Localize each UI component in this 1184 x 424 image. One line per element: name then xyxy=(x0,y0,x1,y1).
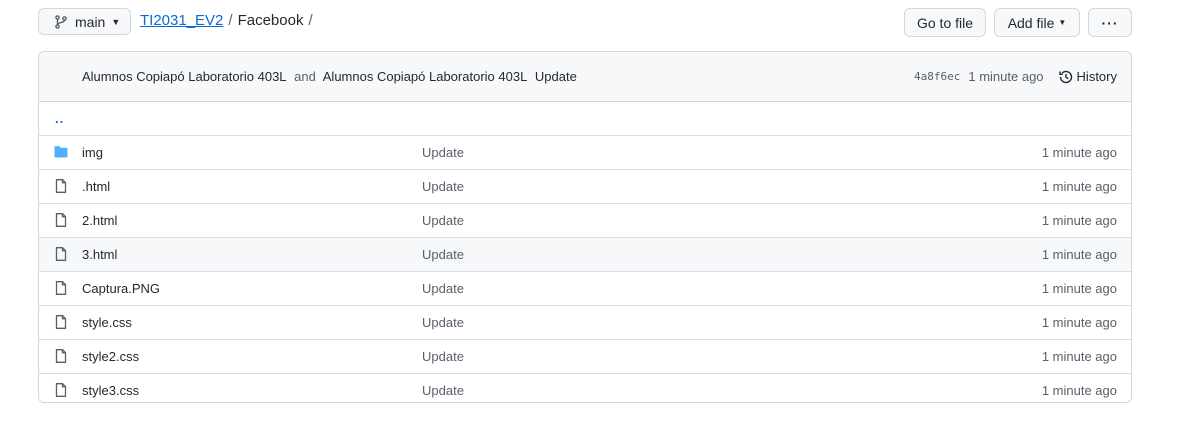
file-name-link[interactable]: style.css xyxy=(82,315,132,330)
file-commit-time: 1 minute ago xyxy=(1041,281,1117,296)
file-commit-message-link[interactable]: Update xyxy=(422,349,464,364)
commit-meta: 4a8f6ec 1 minute ago History xyxy=(914,69,1117,85)
file-name-link[interactable]: .html xyxy=(82,179,110,194)
file-commit-time: 1 minute ago xyxy=(1041,145,1117,160)
file-name-link[interactable]: 2.html xyxy=(82,213,117,228)
commit-and-text: and xyxy=(294,69,316,84)
commit-message-link[interactable]: Update xyxy=(535,69,577,84)
git-branch-icon xyxy=(53,14,69,30)
file-name-link[interactable]: style3.css xyxy=(82,383,139,398)
file-name-link[interactable]: img xyxy=(82,145,103,160)
file-name-link[interactable]: style2.css xyxy=(82,349,139,364)
file-commit-message-link[interactable]: Update xyxy=(422,145,464,160)
history-label: History xyxy=(1076,69,1117,84)
file-icon xyxy=(53,280,69,296)
file-icon xyxy=(53,178,69,194)
file-row[interactable]: img Update 1 minute ago xyxy=(39,136,1131,170)
breadcrumb-separator: / xyxy=(308,12,313,29)
breadcrumb: TI2031_EV2 / Facebook / xyxy=(140,12,318,29)
breadcrumb-separator: / xyxy=(228,12,233,29)
chevron-down-icon: ▼ xyxy=(1058,18,1067,27)
add-file-button[interactable]: Add file ▼ xyxy=(994,8,1080,37)
file-row[interactable]: Captura.PNG Update 1 minute ago xyxy=(39,272,1131,306)
file-commit-message-link[interactable]: Update xyxy=(422,213,464,228)
file-row[interactable]: 3.html Update 1 minute ago xyxy=(39,238,1131,272)
commit-time: 1 minute ago xyxy=(968,69,1044,84)
file-commit-message-link[interactable]: Update xyxy=(422,281,464,296)
file-row[interactable]: style3.css Update 1 minute ago xyxy=(39,374,1131,402)
breadcrumb-repo-link[interactable]: TI2031_EV2 xyxy=(140,12,223,29)
history-link[interactable]: History xyxy=(1058,69,1117,85)
more-options-button[interactable]: ··· xyxy=(1088,8,1132,37)
file-list: Alumnos Copiapó Laboratorio 403L and Alu… xyxy=(38,51,1132,403)
file-navigation: main ▼ TI2031_EV2 / Facebook / Go to fil… xyxy=(38,8,1132,37)
file-icon xyxy=(53,314,69,330)
file-commit-time: 1 minute ago xyxy=(1041,349,1117,364)
latest-commit-bar: Alumnos Copiapó Laboratorio 403L and Alu… xyxy=(39,52,1131,102)
commit-author-link[interactable]: Alumnos Copiapó Laboratorio 403L xyxy=(323,69,528,84)
file-name-link[interactable]: Captura.PNG xyxy=(82,281,160,296)
file-commit-message-link[interactable]: Update xyxy=(422,315,464,330)
file-commit-time: 1 minute ago xyxy=(1041,247,1117,262)
branch-select-button[interactable]: main ▼ xyxy=(38,8,131,35)
folder-icon xyxy=(53,144,69,160)
parent-directory-row[interactable]: .. xyxy=(39,102,1131,136)
file-commit-time: 1 minute ago xyxy=(1041,383,1117,398)
file-icon xyxy=(53,246,69,262)
add-file-label: Add file xyxy=(1007,14,1055,31)
file-row[interactable]: style2.css Update 1 minute ago xyxy=(39,340,1131,374)
file-commit-message-link[interactable]: Update xyxy=(422,179,464,194)
file-commit-time: 1 minute ago xyxy=(1041,315,1117,330)
chevron-down-icon: ▼ xyxy=(111,16,121,27)
breadcrumb-current-folder: Facebook xyxy=(237,12,304,29)
history-icon xyxy=(1058,69,1074,85)
file-icon xyxy=(53,212,69,228)
file-name-link[interactable]: 3.html xyxy=(82,247,117,262)
branch-label: main xyxy=(75,13,106,30)
commit-sha-link[interactable]: 4a8f6ec xyxy=(914,70,960,83)
file-row[interactable]: .html Update 1 minute ago xyxy=(39,170,1131,204)
go-to-file-button[interactable]: Go to file xyxy=(904,8,986,37)
file-commit-message-link[interactable]: Update xyxy=(422,247,464,262)
file-commit-time: 1 minute ago xyxy=(1041,179,1117,194)
parent-directory-link[interactable]: .. xyxy=(55,111,64,126)
commit-authors: Alumnos Copiapó Laboratorio 403L and Alu… xyxy=(82,69,577,84)
file-row[interactable]: style.css Update 1 minute ago xyxy=(39,306,1131,340)
file-row[interactable]: 2.html Update 1 minute ago xyxy=(39,204,1131,238)
file-commit-time: 1 minute ago xyxy=(1041,213,1117,228)
file-icon xyxy=(53,348,69,364)
file-icon xyxy=(53,382,69,398)
commit-author-link[interactable]: Alumnos Copiapó Laboratorio 403L xyxy=(82,69,287,84)
file-commit-message-link[interactable]: Update xyxy=(422,383,464,398)
